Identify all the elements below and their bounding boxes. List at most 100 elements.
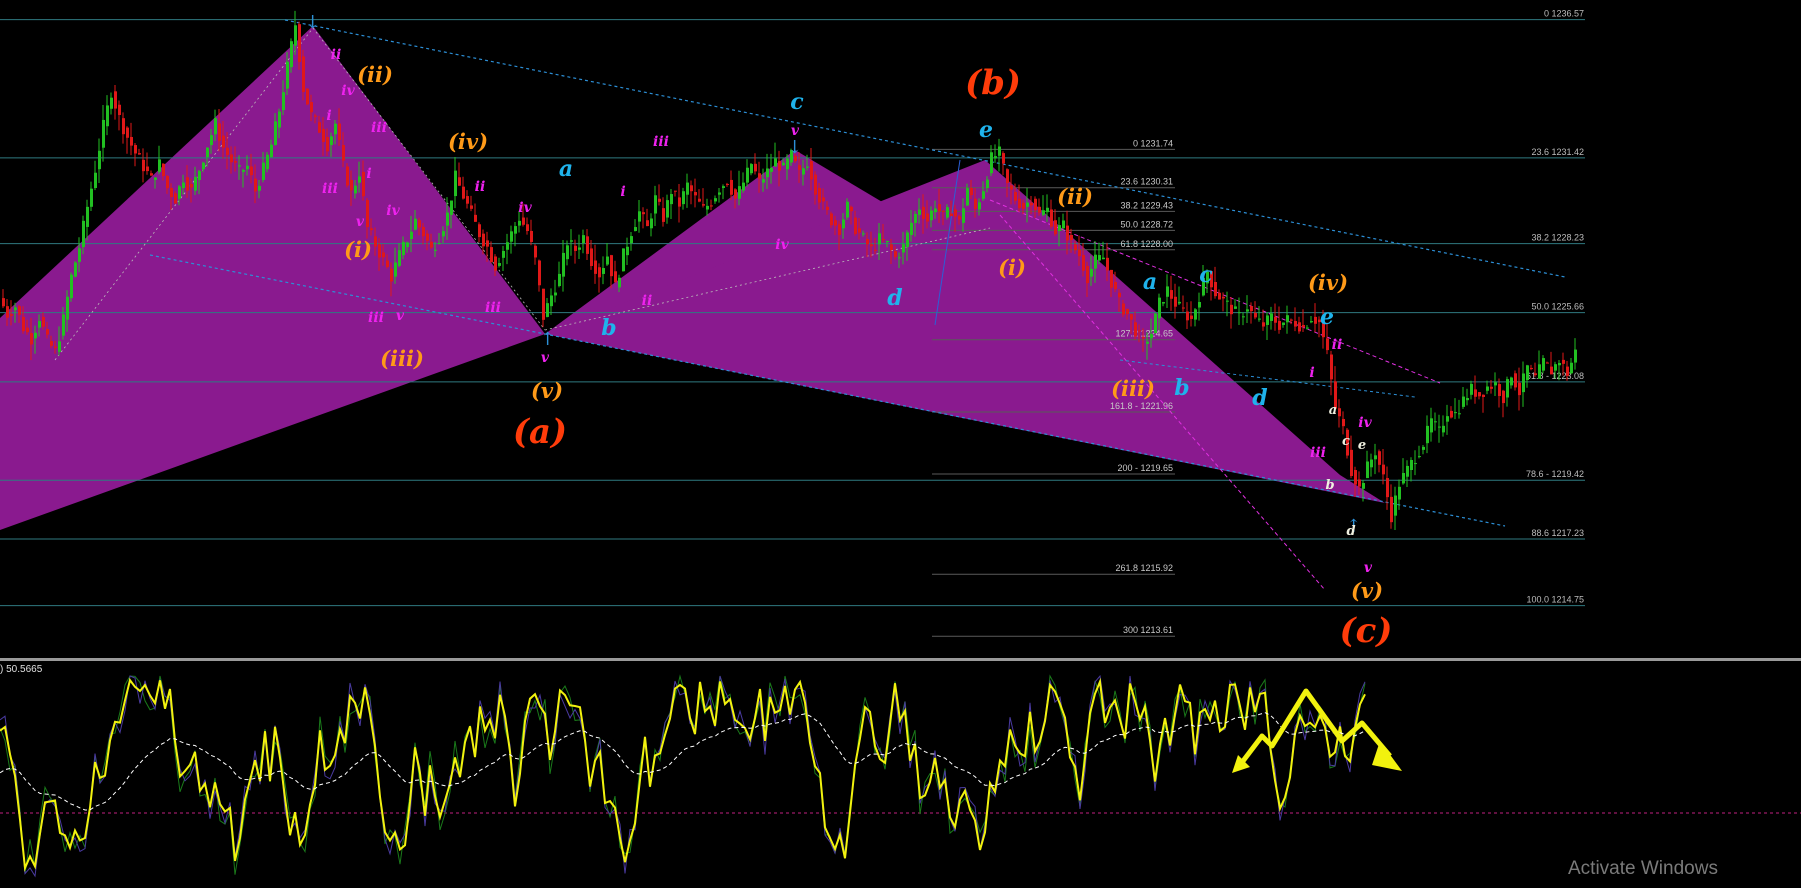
candle-body — [642, 212, 645, 215]
candle-body — [930, 210, 933, 221]
candle-body — [1094, 254, 1097, 269]
candle-body — [282, 92, 285, 111]
candle-body — [546, 303, 549, 317]
candle-body — [1430, 418, 1433, 433]
candle-body — [270, 144, 273, 158]
candle-body — [810, 161, 813, 180]
candle-body — [662, 208, 665, 222]
oscillator-chart — [0, 674, 1801, 878]
candle-body — [450, 200, 453, 215]
candle-body — [190, 183, 193, 188]
candle-body — [1482, 394, 1485, 397]
wave-label: i — [326, 108, 331, 124]
candle-body — [522, 217, 525, 225]
candle-body — [274, 121, 277, 146]
candle-body — [958, 216, 961, 220]
candle-body — [230, 154, 233, 163]
candle-body — [650, 218, 653, 229]
candle-body — [18, 306, 21, 315]
candle-body — [310, 102, 313, 113]
candle-body — [1354, 470, 1357, 485]
wave-label: iii — [1310, 445, 1326, 461]
candle-body — [910, 222, 913, 235]
candle-body — [1170, 290, 1173, 299]
candle-body — [1150, 334, 1153, 339]
candle-body — [1446, 416, 1449, 422]
candle-body — [1066, 225, 1069, 241]
candle-body — [1502, 390, 1505, 404]
pivot-arrow-c: ↓ — [787, 137, 802, 158]
candle-body — [946, 207, 949, 218]
candle-body — [890, 244, 893, 251]
candle-body — [1030, 202, 1033, 206]
candle-body — [42, 316, 45, 327]
candle-body — [1182, 307, 1185, 309]
candle-body — [326, 136, 329, 152]
wave-label: i — [1309, 365, 1314, 381]
wave-label: c — [1199, 262, 1213, 288]
candle-body — [430, 241, 433, 248]
wave-label: v — [356, 214, 365, 230]
fib-level-label: 78.6 - 1219.42 — [1526, 469, 1584, 479]
pattern-triangle-1 — [0, 26, 545, 530]
candle-body — [1258, 318, 1261, 320]
candle-body — [1378, 451, 1381, 465]
candle-body — [690, 185, 693, 192]
candle-body — [1478, 392, 1481, 397]
candle-body — [622, 248, 625, 272]
candle-body — [1350, 449, 1353, 477]
wave-label: (iv) — [448, 129, 488, 154]
candle-body — [482, 233, 485, 247]
candle-body — [178, 186, 181, 199]
oscillator-value-label: ) 50.5665 — [0, 664, 43, 675]
wave-label: a — [559, 156, 573, 182]
candle-body — [158, 159, 161, 172]
candle-body — [1510, 377, 1513, 386]
candle-body — [146, 166, 149, 172]
candle-body — [266, 154, 269, 170]
candle-body — [350, 179, 353, 191]
candle-body — [1126, 308, 1129, 315]
candle-body — [1138, 330, 1141, 332]
wave-label: a — [1143, 269, 1157, 295]
wave-label: v — [396, 308, 405, 324]
candle-body — [2, 298, 5, 307]
candle-body — [162, 163, 165, 176]
candle-body — [682, 191, 685, 205]
candle-body — [658, 198, 661, 202]
candle-body — [706, 205, 709, 210]
candle-body — [78, 248, 81, 262]
candle-body — [926, 213, 929, 222]
candle-body — [470, 205, 473, 209]
wave-label: ii — [475, 179, 486, 195]
candle-body — [166, 175, 169, 189]
candle-body — [710, 205, 713, 207]
candle-body — [1554, 364, 1557, 371]
pivot-arrow-a: ↑ — [540, 329, 555, 350]
wave-label: b — [601, 315, 616, 341]
fib-level-label-mid: 300 1213.61 — [1123, 625, 1173, 635]
candle-body — [1254, 312, 1257, 318]
wave-label: (ii) — [1057, 184, 1093, 209]
candle-body — [830, 213, 833, 226]
candle-body — [114, 91, 117, 109]
candle-body — [1398, 486, 1401, 500]
candle-body — [1310, 321, 1313, 323]
candle-body — [734, 189, 737, 199]
candle-body — [10, 314, 13, 316]
candle-body — [382, 252, 385, 258]
wave-label: iv — [1358, 415, 1372, 431]
candle-body — [746, 167, 749, 183]
wave-label: e — [979, 117, 993, 143]
candle-body — [1342, 418, 1345, 427]
candle-body — [1506, 379, 1509, 398]
candle-body — [994, 156, 997, 159]
wave-label: (v) — [1351, 578, 1383, 603]
candle-body — [686, 182, 689, 195]
candle-body — [378, 244, 381, 258]
candle-body — [406, 242, 409, 248]
candle-body — [1290, 319, 1293, 321]
candle-body — [214, 118, 217, 135]
candle-body — [1530, 367, 1533, 370]
candle-body — [818, 188, 821, 203]
